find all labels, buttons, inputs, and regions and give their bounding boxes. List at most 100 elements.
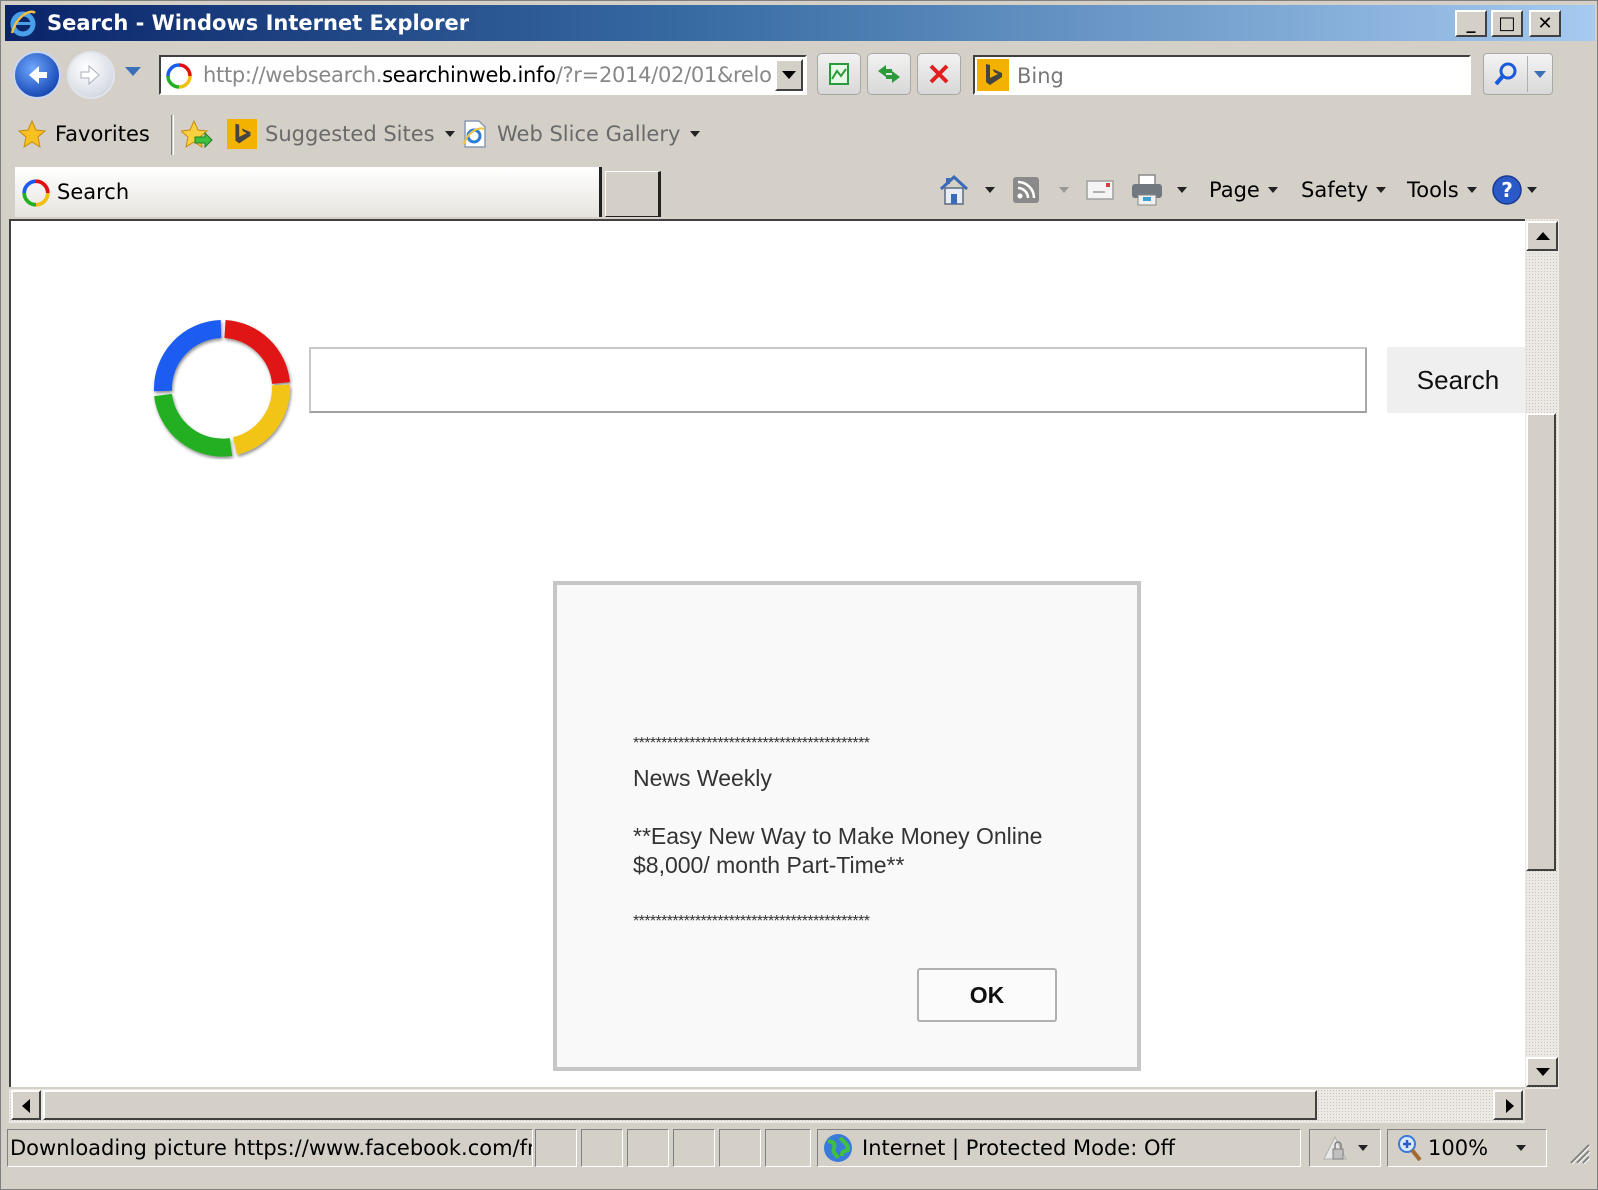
forward-arrow-icon bbox=[80, 64, 100, 86]
favbar-item-web-slice-gallery[interactable]: Web Slice Gallery bbox=[459, 119, 701, 149]
popup-blocker-button[interactable] bbox=[1309, 1129, 1381, 1167]
vertical-scroll-thumb[interactable] bbox=[1526, 413, 1556, 871]
print-icon bbox=[1132, 174, 1162, 206]
scroll-up-button[interactable] bbox=[1526, 221, 1558, 251]
print-button[interactable] bbox=[1129, 171, 1187, 209]
address-bar[interactable]: http://websearch.searchinweb.info/?r=201… bbox=[159, 55, 807, 95]
chevron-down-icon bbox=[1466, 187, 1477, 193]
recent-pages-dropdown-icon[interactable] bbox=[125, 67, 141, 76]
status-bar: Downloading picture https://www.facebook… bbox=[5, 1129, 1595, 1169]
search-go-button[interactable] bbox=[1483, 53, 1553, 95]
svg-text:?: ? bbox=[1501, 178, 1513, 202]
bing-icon bbox=[977, 59, 1009, 91]
status-panel-empty bbox=[719, 1129, 761, 1167]
url-text[interactable]: http://websearch.searchinweb.info/?r=201… bbox=[203, 63, 771, 87]
site-favicon-icon bbox=[22, 179, 50, 207]
refresh-button[interactable] bbox=[867, 53, 911, 95]
tools-menu[interactable]: Tools bbox=[1407, 171, 1477, 209]
chevron-down-icon bbox=[690, 131, 701, 137]
status-message: Downloading picture https://www.facebook… bbox=[7, 1129, 533, 1167]
scroll-down-button[interactable] bbox=[1526, 1057, 1558, 1087]
dialog-ok-button[interactable]: OK bbox=[917, 968, 1057, 1022]
dialog-heading: News Weekly bbox=[633, 765, 772, 791]
page-menu[interactable]: Page bbox=[1209, 171, 1278, 209]
status-panel-empty bbox=[673, 1129, 715, 1167]
main-search-input[interactable] bbox=[309, 347, 1367, 413]
security-lock-icon bbox=[1323, 1135, 1347, 1160]
help-dropdown-icon bbox=[1527, 187, 1537, 193]
ie-logo-icon bbox=[10, 10, 36, 37]
home-dropdown-icon[interactable] bbox=[985, 187, 995, 193]
home-button[interactable] bbox=[937, 171, 995, 209]
status-panel-empty bbox=[765, 1129, 811, 1167]
zoom-magnifier-icon bbox=[1398, 1135, 1422, 1162]
resize-grip-icon[interactable] bbox=[1565, 1139, 1591, 1165]
refresh-icon bbox=[878, 65, 900, 83]
favorites-star-icon bbox=[17, 119, 47, 149]
dialog-stars-bottom: ****************************************… bbox=[633, 913, 870, 930]
tab-divider bbox=[599, 167, 602, 217]
zoom-level-button[interactable]: 100% bbox=[1387, 1129, 1547, 1167]
print-dropdown-icon[interactable] bbox=[1177, 187, 1187, 193]
alert-dialog: ****************************************… bbox=[553, 581, 1141, 1071]
ie-page-icon bbox=[463, 120, 486, 148]
page-content: Search *********************************… bbox=[9, 219, 1559, 1087]
help-menu[interactable]: ? bbox=[1491, 171, 1537, 209]
stop-button[interactable] bbox=[917, 53, 961, 95]
back-button[interactable] bbox=[13, 51, 61, 99]
add-to-favorites-bar-button[interactable] bbox=[181, 119, 213, 149]
security-zone[interactable]: Internet | Protected Mode: Off bbox=[817, 1129, 1301, 1167]
stop-icon bbox=[929, 64, 949, 84]
maximize-button[interactable]: □ bbox=[1491, 10, 1523, 37]
magnifier-icon bbox=[1494, 62, 1517, 86]
help-icon: ? bbox=[1492, 175, 1522, 205]
address-dropdown-button[interactable] bbox=[775, 59, 803, 91]
scroll-right-button[interactable] bbox=[1493, 1090, 1523, 1120]
close-icon: ✕ bbox=[1537, 13, 1553, 34]
title-bar: Search - Windows Internet Explorer _ □ ✕ bbox=[5, 5, 1595, 41]
safety-menu[interactable]: Safety bbox=[1301, 171, 1387, 209]
compatibility-view-icon bbox=[829, 63, 849, 85]
status-panel-empty bbox=[535, 1129, 577, 1167]
compatibility-view-button[interactable] bbox=[817, 53, 861, 95]
dialog-stars-top: ****************************************… bbox=[633, 735, 870, 752]
vertical-scrollbar[interactable] bbox=[1525, 219, 1559, 1089]
search-placeholder: Bing bbox=[1017, 64, 1064, 88]
window-title: Search - Windows Internet Explorer bbox=[47, 11, 470, 35]
home-icon bbox=[939, 174, 969, 205]
forward-button[interactable] bbox=[67, 51, 115, 99]
arrow-right-icon bbox=[1506, 1099, 1514, 1113]
chevron-down-icon bbox=[1267, 187, 1278, 193]
chevron-down-icon bbox=[1516, 1145, 1527, 1151]
bing-icon bbox=[227, 119, 257, 149]
arrow-left-icon bbox=[22, 1099, 30, 1113]
close-button[interactable]: ✕ bbox=[1529, 10, 1561, 37]
favbar-item-suggested-sites[interactable]: Suggested Sites bbox=[227, 119, 455, 149]
favorites-button[interactable]: Favorites bbox=[17, 119, 150, 149]
tab-search[interactable]: Search bbox=[15, 167, 601, 217]
new-tab-button[interactable] bbox=[605, 171, 661, 217]
scroll-left-button[interactable] bbox=[11, 1090, 41, 1120]
add-favorite-star-arrow-icon bbox=[181, 119, 213, 149]
arrow-up-icon bbox=[1536, 232, 1550, 240]
read-mail-button[interactable] bbox=[1085, 171, 1115, 209]
site-logo-ring-icon bbox=[153, 320, 291, 457]
minimize-button[interactable]: _ bbox=[1455, 10, 1487, 37]
search-options-dropdown-icon[interactable] bbox=[1534, 71, 1546, 78]
internet-globe-icon bbox=[824, 1134, 852, 1162]
feeds-button[interactable] bbox=[1011, 171, 1069, 209]
status-panel-empty bbox=[627, 1129, 669, 1167]
chevron-down-icon bbox=[444, 131, 455, 137]
main-search-button[interactable]: Search bbox=[1387, 347, 1529, 413]
bing-search-input[interactable]: Bing bbox=[973, 55, 1471, 95]
chevron-down-icon bbox=[1376, 187, 1387, 193]
chevron-down-icon bbox=[1358, 1145, 1368, 1151]
minimize-icon: _ bbox=[1466, 13, 1476, 34]
horizontal-scroll-thumb[interactable] bbox=[43, 1090, 1318, 1120]
dialog-message-line1: **Easy New Way to Make Money Online bbox=[633, 823, 1043, 849]
status-panel-empty bbox=[581, 1129, 623, 1167]
feeds-dropdown-icon[interactable] bbox=[1059, 187, 1069, 193]
maximize-icon: □ bbox=[1498, 13, 1516, 34]
favorites-separator bbox=[171, 115, 174, 155]
horizontal-scrollbar[interactable] bbox=[9, 1089, 1525, 1123]
